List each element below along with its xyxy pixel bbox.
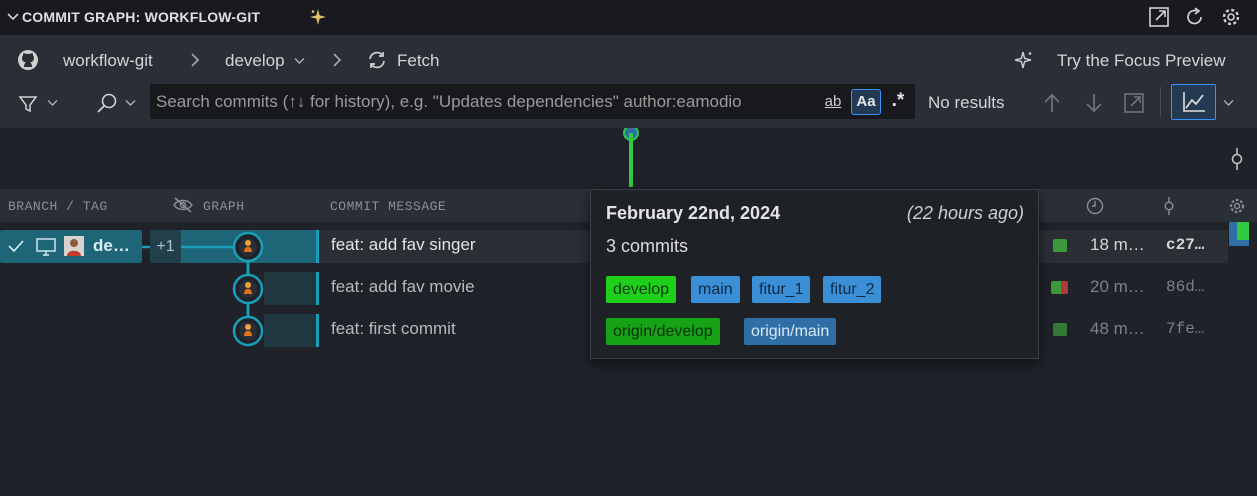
tag-main: main xyxy=(691,276,740,303)
sync-icon[interactable] xyxy=(365,48,389,72)
search-input[interactable] xyxy=(156,84,816,119)
sparkle-icon xyxy=(1013,49,1035,71)
commits-tooltip: February 22nd, 2024 (22 hours ago) 3 com… xyxy=(590,189,1039,359)
tag-develop: develop xyxy=(606,276,677,303)
chevron-down-icon[interactable] xyxy=(6,10,20,29)
column-commit-message[interactable]: COMMIT MESSAGE xyxy=(330,199,446,214)
commit-time: 20 m… xyxy=(1090,277,1145,296)
changes-indicator xyxy=(1053,323,1067,336)
tooltip-commit-count: 3 commits xyxy=(606,236,689,256)
chart-line-icon xyxy=(1182,92,1205,112)
refresh-icon[interactable] xyxy=(1183,5,1207,29)
fetch-button[interactable]: Fetch xyxy=(397,51,440,71)
open-in-new-icon[interactable] xyxy=(1122,91,1146,115)
commit-icon[interactable] xyxy=(1226,147,1248,171)
regex-toggle[interactable]: .* xyxy=(887,88,909,114)
focus-preview-link[interactable]: Try the Focus Preview xyxy=(1057,51,1225,71)
panel-title: COMMIT GRAPH: WORKFLOW-GIT xyxy=(22,9,261,25)
repo-toolbar: workflow-git develop Fetch Try the Focus… xyxy=(0,35,1257,83)
tag-origin-main: origin/main xyxy=(744,318,837,345)
column-branch-tag[interactable]: BRANCH / TAG xyxy=(8,199,108,214)
filter-icon[interactable] xyxy=(17,93,39,115)
branch-selector[interactable]: develop xyxy=(225,51,285,71)
search-box: ab Aa .* xyxy=(150,84,915,119)
changes-indicator xyxy=(1053,239,1067,252)
clock-icon[interactable] xyxy=(1085,196,1105,216)
column-settings-gear-icon[interactable] xyxy=(1227,196,1247,216)
arrow-down-icon[interactable] xyxy=(1082,91,1106,115)
gear-icon[interactable] xyxy=(1219,5,1243,29)
tag-origin-develop: origin/develop xyxy=(606,318,720,345)
toolbar-divider xyxy=(1160,87,1161,117)
commit-time: 48 m… xyxy=(1090,319,1145,338)
chevron-right-icon xyxy=(329,52,345,68)
commit-sha: c27… xyxy=(1166,236,1205,254)
open-in-editor-icon[interactable] xyxy=(1147,5,1171,29)
sparkle-icon xyxy=(309,8,327,31)
column-graph[interactable]: GRAPH xyxy=(203,199,245,214)
changes-indicator-deleted xyxy=(1061,281,1068,294)
tooltip-relative-time: (22 hours ago) xyxy=(906,203,1024,223)
match-whole-word-toggle[interactable]: ab xyxy=(820,90,846,114)
panel-header: COMMIT GRAPH: WORKFLOW-GIT xyxy=(0,0,1257,35)
github-icon xyxy=(16,48,40,72)
repo-name[interactable]: workflow-git xyxy=(63,51,153,71)
chevron-right-icon xyxy=(187,52,203,68)
chevron-down-icon[interactable] xyxy=(293,56,305,66)
match-case-toggle[interactable]: Aa xyxy=(851,89,881,115)
chevron-down-icon[interactable] xyxy=(46,98,58,108)
commit-time: 18 m… xyxy=(1090,235,1145,254)
search-results-status: No results xyxy=(928,93,1005,112)
minimap-toggle[interactable] xyxy=(1171,84,1216,120)
graph-minimap[interactable] xyxy=(0,128,1257,189)
commit-sha: 86d… xyxy=(1166,278,1205,296)
commit-sha-icon[interactable] xyxy=(1161,195,1177,217)
tag-fitur-1: fitur_1 xyxy=(752,276,811,303)
arrow-up-icon[interactable] xyxy=(1040,91,1064,115)
search-icon[interactable] xyxy=(94,91,120,117)
commit-message: feat: add fav movie xyxy=(331,277,475,296)
commit-sha: 7fe… xyxy=(1166,320,1205,338)
tooltip-date: February 22nd, 2024 xyxy=(606,203,781,223)
eye-closed-icon[interactable] xyxy=(173,196,193,214)
chevron-down-icon[interactable] xyxy=(124,98,136,108)
commit-message: feat: add fav singer xyxy=(331,235,476,254)
tag-fitur-2: fitur_2 xyxy=(823,276,882,303)
commit-message: feat: first commit xyxy=(331,319,456,338)
changes-indicator-added xyxy=(1051,281,1061,294)
chevron-down-icon[interactable] xyxy=(1222,98,1234,108)
scrollbar-marker xyxy=(1237,222,1249,240)
minimap-activity-bar xyxy=(629,133,633,187)
